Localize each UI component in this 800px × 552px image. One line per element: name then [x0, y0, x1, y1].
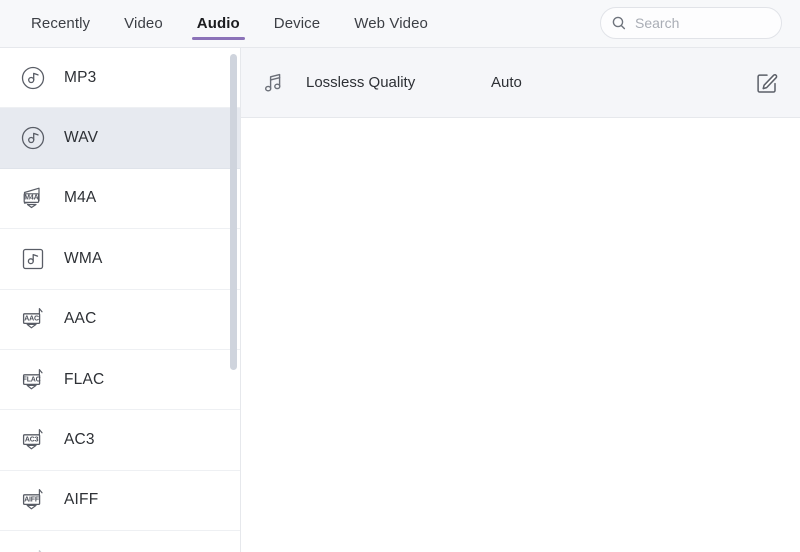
tag-aac-icon: AAC [18, 304, 48, 334]
square-note-icon [18, 244, 48, 274]
search-icon [611, 15, 627, 31]
sidebar-item-label: AC3 [64, 431, 95, 449]
tab-label: Recently [31, 15, 90, 32]
content-area: MP3 WAV [0, 48, 800, 552]
sidebar-item-wma[interactable]: WMA [0, 229, 240, 289]
sidebar-item-label: WAV [64, 129, 98, 147]
tab-web-video[interactable]: Web Video [337, 0, 445, 47]
sidebar-item-mp3[interactable]: MP3 [0, 48, 240, 108]
tag-aiff-icon: AIFF [18, 485, 48, 515]
sidebar-scrollbar[interactable] [230, 48, 237, 552]
music-note-icon [259, 68, 289, 98]
tag-partial-icon [18, 546, 48, 552]
disc-note-icon [18, 123, 48, 153]
header-bar: Recently Video Audio Device Web Video [0, 0, 800, 48]
svg-text:FLAC: FLAC [23, 376, 41, 383]
format-picker-window: Recently Video Audio Device Web Video [0, 0, 800, 552]
sidebar-item-label: M4A [64, 189, 96, 207]
quality-preset-row[interactable]: Lossless Quality Auto [241, 48, 800, 118]
tab-video[interactable]: Video [107, 0, 180, 47]
sidebar-item-label: WMA [64, 250, 102, 268]
sidebar-item-flac[interactable]: FLAC FLAC [0, 350, 240, 410]
tab-label: Audio [197, 15, 240, 32]
quality-preset-name: Lossless Quality [306, 74, 491, 91]
sidebar-item-label: AIFF [64, 491, 98, 509]
edit-pencil-icon[interactable] [754, 70, 780, 96]
sidebar-item-ac3[interactable]: AC3 AC3 [0, 410, 240, 470]
tab-device[interactable]: Device [257, 0, 337, 47]
search-input[interactable] [635, 15, 771, 31]
sidebar-item-label: FLAC [64, 371, 104, 389]
sidebar-item-aac[interactable]: AAC AAC [0, 290, 240, 350]
search-box[interactable] [600, 7, 782, 39]
format-list: MP3 WAV [0, 48, 240, 552]
quality-preset-value: Auto [491, 74, 522, 91]
svg-text:AAC: AAC [24, 316, 39, 323]
svg-text:AC3: AC3 [25, 436, 39, 443]
tag-flac-icon: FLAC [18, 365, 48, 395]
sidebar-scrollbar-thumb[interactable] [230, 54, 237, 370]
tab-recently[interactable]: Recently [14, 0, 107, 47]
sidebar-item-label: AAC [64, 310, 96, 328]
svg-text:M4A: M4A [24, 195, 38, 202]
tab-label: Web Video [354, 15, 428, 32]
sidebar-item-label: MP3 [64, 69, 96, 87]
disc-note-icon [18, 63, 48, 93]
sidebar-item-aiff[interactable]: AIFF AIFF [0, 471, 240, 531]
svg-text:AIFF: AIFF [24, 497, 40, 504]
sidebar-item-partial[interactable] [0, 531, 240, 552]
main-panel: Lossless Quality Auto [241, 48, 800, 552]
sidebar-item-m4a[interactable]: M4A M4A [0, 169, 240, 229]
category-tabs: Recently Video Audio Device Web Video [0, 0, 445, 47]
tag-ac3-icon: AC3 [18, 425, 48, 455]
tab-label: Device [274, 15, 320, 32]
tag-m4a-icon: M4A [18, 183, 48, 213]
format-sidebar: MP3 WAV [0, 48, 241, 552]
tab-label: Video [124, 15, 163, 32]
sidebar-item-wav[interactable]: WAV [0, 108, 240, 168]
format-detail-empty-area [241, 118, 800, 552]
tab-audio[interactable]: Audio [180, 0, 257, 47]
